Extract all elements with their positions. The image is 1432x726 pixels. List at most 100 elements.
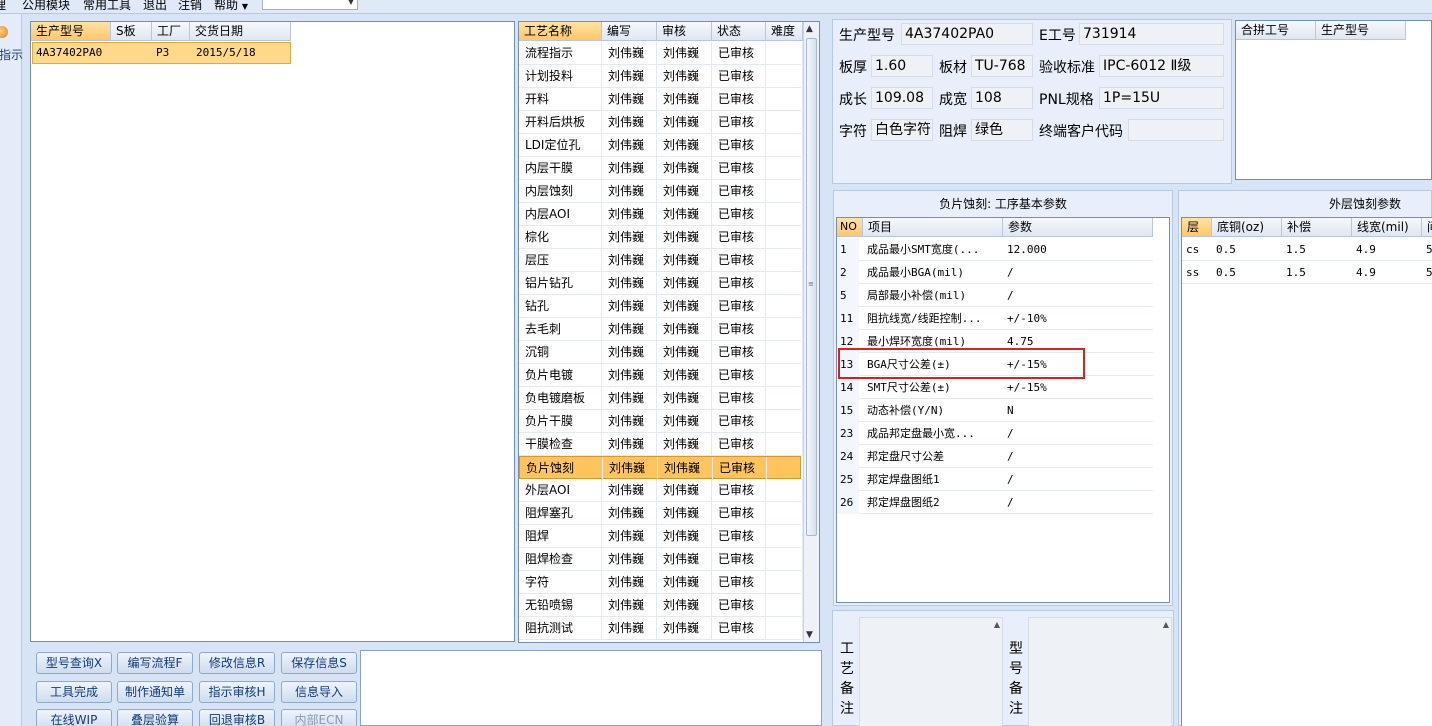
- column-header-merge-no[interactable]: 合拼工号: [1236, 21, 1316, 40]
- table-row[interactable]: 无铅喷锡 刘伟巍 刘伟巍 已审核: [519, 594, 803, 617]
- menu-item-exit[interactable]: 退出: [143, 0, 167, 13]
- table-row[interactable]: 26 邦定焊盘图纸2 /: [837, 491, 1153, 514]
- column-header-factory[interactable]: 工厂: [152, 22, 190, 41]
- table-row[interactable]: 棕化 刘伟巍 刘伟巍 已审核: [519, 226, 803, 249]
- column-header-process-name[interactable]: 工艺名称: [519, 22, 602, 41]
- table-row[interactable]: 阻焊检查 刘伟巍 刘伟巍 已审核: [519, 548, 803, 571]
- column-header-layer[interactable]: 层: [1182, 218, 1212, 237]
- column-header-model[interactable]: 生产型号: [31, 22, 111, 41]
- table-row[interactable]: 14 SMT尺寸公差(±) +/-15%: [837, 376, 1153, 399]
- table-row[interactable]: 内层蚀刻 刘伟巍 刘伟巍 已审核: [519, 180, 803, 203]
- mask-field[interactable]: 绿色: [971, 119, 1033, 141]
- column-header-writer[interactable]: 编写: [602, 22, 657, 41]
- table-row[interactable]: 计划投料 刘伟巍 刘伟巍 已审核: [519, 65, 803, 88]
- return-audit-button[interactable]: 回退审核B: [199, 709, 275, 726]
- column-header-status[interactable]: 状态: [712, 22, 766, 41]
- column-header-difficulty[interactable]: 难度: [766, 22, 803, 41]
- table-row[interactable]: cs 0.5 1.5 4.9 5: [1182, 238, 1432, 261]
- scroll-up-icon[interactable]: ▲: [806, 24, 813, 34]
- menu-combo-box[interactable]: ▼: [262, 0, 358, 10]
- table-row[interactable]: 阻焊 刘伟巍 刘伟巍 已审核: [519, 525, 803, 548]
- process-list-scrollbar[interactable]: ▲ ≡ ▼: [803, 22, 819, 642]
- tool-done-button[interactable]: 工具完成: [36, 681, 112, 703]
- table-row[interactable]: 内层AOI 刘伟巍 刘伟巍 已审核: [519, 203, 803, 226]
- stack-check-button[interactable]: 叠层验算: [117, 709, 193, 726]
- make-notice-button[interactable]: 制作通知单: [117, 681, 193, 703]
- table-row[interactable]: 去毛刺 刘伟巍 刘伟巍 已审核: [519, 318, 803, 341]
- menu-item-file[interactable]: 理: [0, 0, 6, 13]
- menu-item-common-modules[interactable]: 公用模块: [22, 0, 70, 13]
- column-header-item[interactable]: 项目: [863, 218, 1003, 237]
- column-header-s-board[interactable]: S板: [111, 22, 152, 41]
- model-note-field[interactable]: ▲: [1028, 617, 1172, 726]
- table-row[interactable]: 阻焊塞孔 刘伟巍 刘伟巍 已审核: [519, 502, 803, 525]
- process-note-field[interactable]: ▲: [859, 617, 1003, 726]
- column-header-base-copper[interactable]: 底铜(oz): [1212, 218, 1282, 237]
- table-row[interactable]: 层压 刘伟巍 刘伟巍 已审核: [519, 249, 803, 272]
- table-row[interactable]: 负片蚀刻 刘伟巍 刘伟巍 已审核: [519, 456, 804, 480]
- table-row[interactable]: LDI定位孔 刘伟巍 刘伟巍 已审核: [519, 134, 803, 157]
- scrollbar-thumb[interactable]: ≡: [806, 38, 817, 536]
- table-row[interactable]: 流程指示 刘伟巍 刘伟巍 已审核: [519, 42, 803, 65]
- menu-item-help[interactable]: 帮助 ▼: [214, 0, 248, 13]
- message-box[interactable]: [360, 650, 822, 726]
- table-row[interactable]: 15 动态补偿(Y/N) N: [837, 399, 1153, 422]
- table-row[interactable]: 钻孔 刘伟巍 刘伟巍 已审核: [519, 295, 803, 318]
- pnl-field[interactable]: 1P=15U: [1099, 87, 1224, 109]
- table-row[interactable]: 阻抗测试 刘伟巍 刘伟巍 已审核: [519, 617, 803, 640]
- material-field[interactable]: TU-768: [971, 55, 1033, 77]
- table-row[interactable]: 开料后烘板 刘伟巍 刘伟巍 已审核: [519, 111, 803, 134]
- model-field[interactable]: 4A37402PA0: [901, 23, 1033, 45]
- thickness-field[interactable]: 1.60: [871, 55, 933, 77]
- scroll-down-icon[interactable]: ▼: [806, 630, 813, 640]
- table-row[interactable]: 沉铜 刘伟巍 刘伟巍 已审核: [519, 341, 803, 364]
- table-row[interactable]: 1 成品最小SMT宽度(... 12.000: [837, 238, 1153, 261]
- online-wip-button[interactable]: 在线WIP: [36, 709, 112, 726]
- table-row[interactable]: 干膜检查 刘伟巍 刘伟巍 已审核: [519, 433, 803, 456]
- column-header-delivery-date[interactable]: 交货日期: [190, 22, 291, 41]
- table-row[interactable]: 24 邦定盘尺寸公差 /: [837, 445, 1153, 468]
- table-row[interactable]: 23 成品邦定盘最小宽... /: [837, 422, 1153, 445]
- column-header-no[interactable]: NO: [837, 218, 863, 237]
- menu-item-common-tools[interactable]: 常用工具: [83, 0, 131, 13]
- table-row[interactable]: 5 局部最小补偿(mil) /: [837, 284, 1153, 307]
- char-field[interactable]: 白色字符: [871, 119, 933, 141]
- eno-field[interactable]: 731914: [1079, 23, 1224, 45]
- left-strip-label[interactable]: 指示: [0, 46, 23, 63]
- edit-flow-button[interactable]: 编写流程F: [117, 652, 193, 674]
- table-row[interactable]: 铝片钻孔 刘伟巍 刘伟巍 已审核: [519, 272, 803, 295]
- column-header-param[interactable]: 参数: [1003, 218, 1153, 237]
- column-header-compensation[interactable]: 补偿: [1282, 218, 1352, 237]
- table-row[interactable]: 外层AOI 刘伟巍 刘伟巍 已审核: [519, 479, 803, 502]
- length-field[interactable]: 109.08: [871, 87, 933, 109]
- table-row[interactable]: 4A37402PA0 P3 2015/5/18: [32, 42, 291, 64]
- instruct-audit-button[interactable]: 指示审核H: [199, 681, 275, 703]
- save-info-button[interactable]: 保存信息S: [281, 652, 357, 674]
- modify-info-button[interactable]: 修改信息R: [199, 652, 275, 674]
- table-row[interactable]: 25 邦定焊盘图纸1 /: [837, 468, 1153, 491]
- menu-item-logout[interactable]: 注销: [178, 0, 202, 13]
- column-header-merge-model[interactable]: 生产型号: [1316, 21, 1406, 40]
- table-row[interactable]: 开料 刘伟巍 刘伟巍 已审核: [519, 88, 803, 111]
- internal-ecn-button[interactable]: 内部ECN: [281, 709, 357, 726]
- table-row[interactable]: 2 成品最小BGA(mil) /: [837, 261, 1153, 284]
- column-header-spacing[interactable]: 间: [1422, 218, 1432, 237]
- table-row[interactable]: 11 阻抗线宽/线距控制... +/-10%: [837, 307, 1153, 330]
- table-row[interactable]: 字符 刘伟巍 刘伟巍 已审核: [519, 571, 803, 594]
- customer-code-field[interactable]: [1128, 119, 1224, 141]
- width-field[interactable]: 108: [971, 87, 1033, 109]
- orb-icon[interactable]: [0, 26, 8, 38]
- table-row[interactable]: 负片电镀 刘伟巍 刘伟巍 已审核: [519, 364, 803, 387]
- table-row[interactable]: 负片干膜 刘伟巍 刘伟巍 已审核: [519, 410, 803, 433]
- column-header-line-width[interactable]: 线宽(mil): [1352, 218, 1422, 237]
- info-import-button[interactable]: 信息导入: [281, 681, 357, 703]
- table-row[interactable]: 内层干膜 刘伟巍 刘伟巍 已审核: [519, 157, 803, 180]
- chevron-down-icon[interactable]: ▼: [348, 0, 354, 6]
- scroll-up-icon[interactable]: ▲: [1163, 620, 1169, 629]
- scroll-up-icon[interactable]: ▲: [994, 620, 1000, 629]
- table-row[interactable]: ss 0.5 1.5 4.9 5: [1182, 261, 1432, 284]
- standard-field[interactable]: IPC-6012 Ⅱ级: [1099, 55, 1224, 77]
- table-row[interactable]: 负电镀磨板 刘伟巍 刘伟巍 已审核: [519, 387, 803, 410]
- column-header-reviewer[interactable]: 审核: [657, 22, 712, 41]
- model-query-button[interactable]: 型号查询X: [36, 652, 112, 674]
